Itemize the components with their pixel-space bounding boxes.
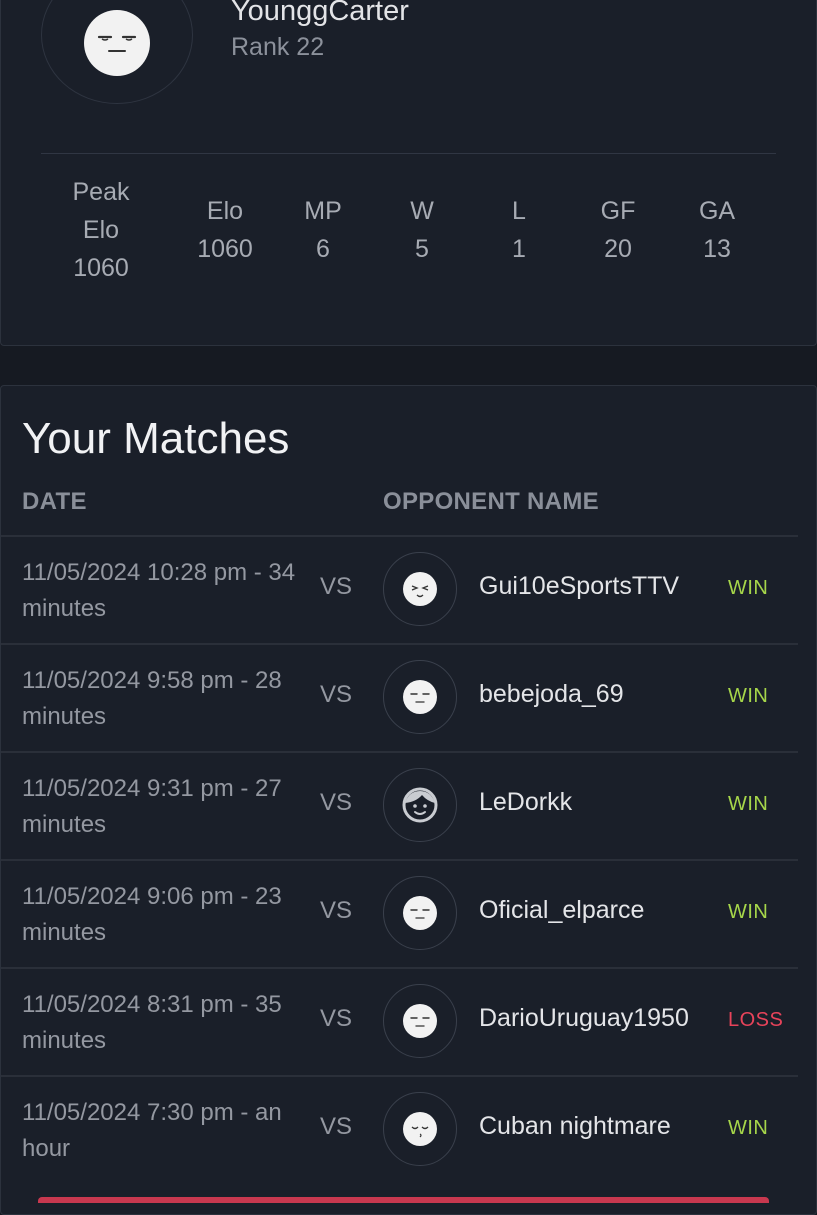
stat-label: Peak Elo: [72, 178, 130, 244]
unamused-face-icon: [403, 680, 437, 714]
match-row[interactable]: 11/05/2024 9:06 pm - 23 minutes VS Ofici…: [1, 859, 798, 967]
match-result-badge: LOSS: [728, 1009, 784, 1031]
stat-elo: Elo 1060: [177, 192, 273, 268]
match-row[interactable]: 11/05/2024 7:30 pm - an hour VS Cuban ni…: [1, 1075, 798, 1183]
match-date: 11/05/2024 9:58 pm - 28 minutes: [22, 667, 282, 730]
match-date: 11/05/2024 10:28 pm - 34 minutes: [22, 559, 296, 622]
opponent-name[interactable]: Cuban nightmare: [479, 1112, 671, 1141]
opponent-name[interactable]: bebejoda_69: [479, 680, 624, 709]
row-divider: [1, 859, 798, 861]
row-divider: [1, 751, 798, 753]
match-row[interactable]: 11/05/2024 9:58 pm - 28 minutes VS bebej…: [1, 643, 798, 751]
matches-card: Your Matches DATE OPPONENT NAME 11/05/20…: [0, 385, 817, 1215]
opponent-name[interactable]: Gui10eSportsTTV: [479, 572, 679, 601]
stat-peak-elo: Peak Elo 1060: [53, 173, 149, 287]
stat-label: W: [410, 197, 434, 225]
stat-label: Elo: [206, 197, 244, 225]
stat-label: MP: [304, 197, 342, 225]
match-date: 11/05/2024 8:31 pm - 35 minutes: [22, 991, 282, 1054]
stat-w: W 5: [374, 192, 470, 268]
stat-label: L: [512, 197, 526, 225]
opponent-avatar[interactable]: [383, 552, 457, 626]
profile-divider: [41, 153, 776, 154]
vs-label: VS: [320, 789, 353, 816]
stat-mp: MP 6: [275, 192, 371, 268]
unamused-face-icon: [403, 1004, 437, 1038]
row-divider: [1, 643, 798, 645]
profile-rank: Rank 22: [231, 33, 325, 61]
match-row[interactable]: 11/05/2024 8:31 pm - 35 minutes VS Dario…: [1, 967, 798, 1075]
match-result-badge: WIN: [728, 577, 769, 599]
opponent-avatar[interactable]: [383, 984, 457, 1058]
profile-card: YounggCarter Rank 22 Peak Elo 1060 Elo 1…: [0, 0, 817, 346]
stat-value: 13: [703, 235, 731, 263]
match-row[interactable]: 11/05/2024 10:28 pm - 34 minutes VS Gui1…: [1, 535, 798, 643]
opponent-name[interactable]: Oficial_elparce: [479, 896, 644, 925]
match-result-badge: WIN: [728, 901, 769, 923]
vs-label: VS: [320, 681, 353, 708]
stat-ga: GA 13: [669, 192, 765, 268]
vs-label: VS: [320, 897, 353, 924]
vs-label: VS: [320, 1005, 353, 1032]
stat-value: 6: [316, 235, 330, 263]
wink-face-icon: [403, 572, 437, 606]
unamused-face-icon: [403, 896, 437, 930]
stat-value: 1: [512, 235, 526, 263]
stat-value: 5: [415, 235, 429, 263]
opponent-name[interactable]: LeDorkk: [479, 788, 572, 817]
profile-avatar: [41, 0, 193, 104]
column-header-date: DATE: [22, 488, 87, 515]
stat-label: GA: [698, 197, 736, 225]
sleepy-face-icon: [403, 1112, 437, 1146]
opponent-avatar[interactable]: [383, 876, 457, 950]
matches-title: Your Matches: [22, 414, 290, 463]
vs-label: VS: [320, 573, 353, 600]
match-date: 11/05/2024 7:30 pm - an hour: [22, 1099, 282, 1162]
smiling-person-icon: [402, 787, 438, 823]
match-result-badge: WIN: [728, 793, 769, 815]
opponent-avatar[interactable]: [383, 768, 457, 842]
stat-value: 1060: [197, 235, 253, 263]
stat-gf: GF 20: [570, 192, 666, 268]
opponent-name[interactable]: DarioUruguay1950: [479, 1004, 689, 1033]
match-row[interactable]: 11/05/2024 9:31 pm - 27 minutes VS LeDor…: [1, 751, 798, 859]
row-divider: [1, 1075, 798, 1077]
stat-value: 1060: [73, 254, 129, 282]
match-date: 11/05/2024 9:31 pm - 27 minutes: [22, 775, 282, 838]
stat-label: GF: [600, 197, 636, 225]
row-divider: [1, 967, 798, 969]
unamused-face-icon: [84, 10, 150, 76]
column-header-opponent: OPPONENT NAME: [383, 488, 599, 515]
bottom-action-bar[interactable]: [38, 1197, 769, 1203]
match-date: 11/05/2024 9:06 pm - 23 minutes: [22, 883, 282, 946]
opponent-avatar[interactable]: [383, 660, 457, 734]
vs-label: VS: [320, 1113, 353, 1140]
stat-l: L 1: [471, 192, 567, 268]
opponent-avatar[interactable]: [383, 1092, 457, 1166]
match-result-badge: WIN: [728, 1117, 769, 1139]
stat-value: 20: [604, 235, 632, 263]
profile-username: YounggCarter: [231, 0, 409, 27]
match-result-badge: WIN: [728, 685, 769, 707]
row-divider: [1, 535, 798, 537]
